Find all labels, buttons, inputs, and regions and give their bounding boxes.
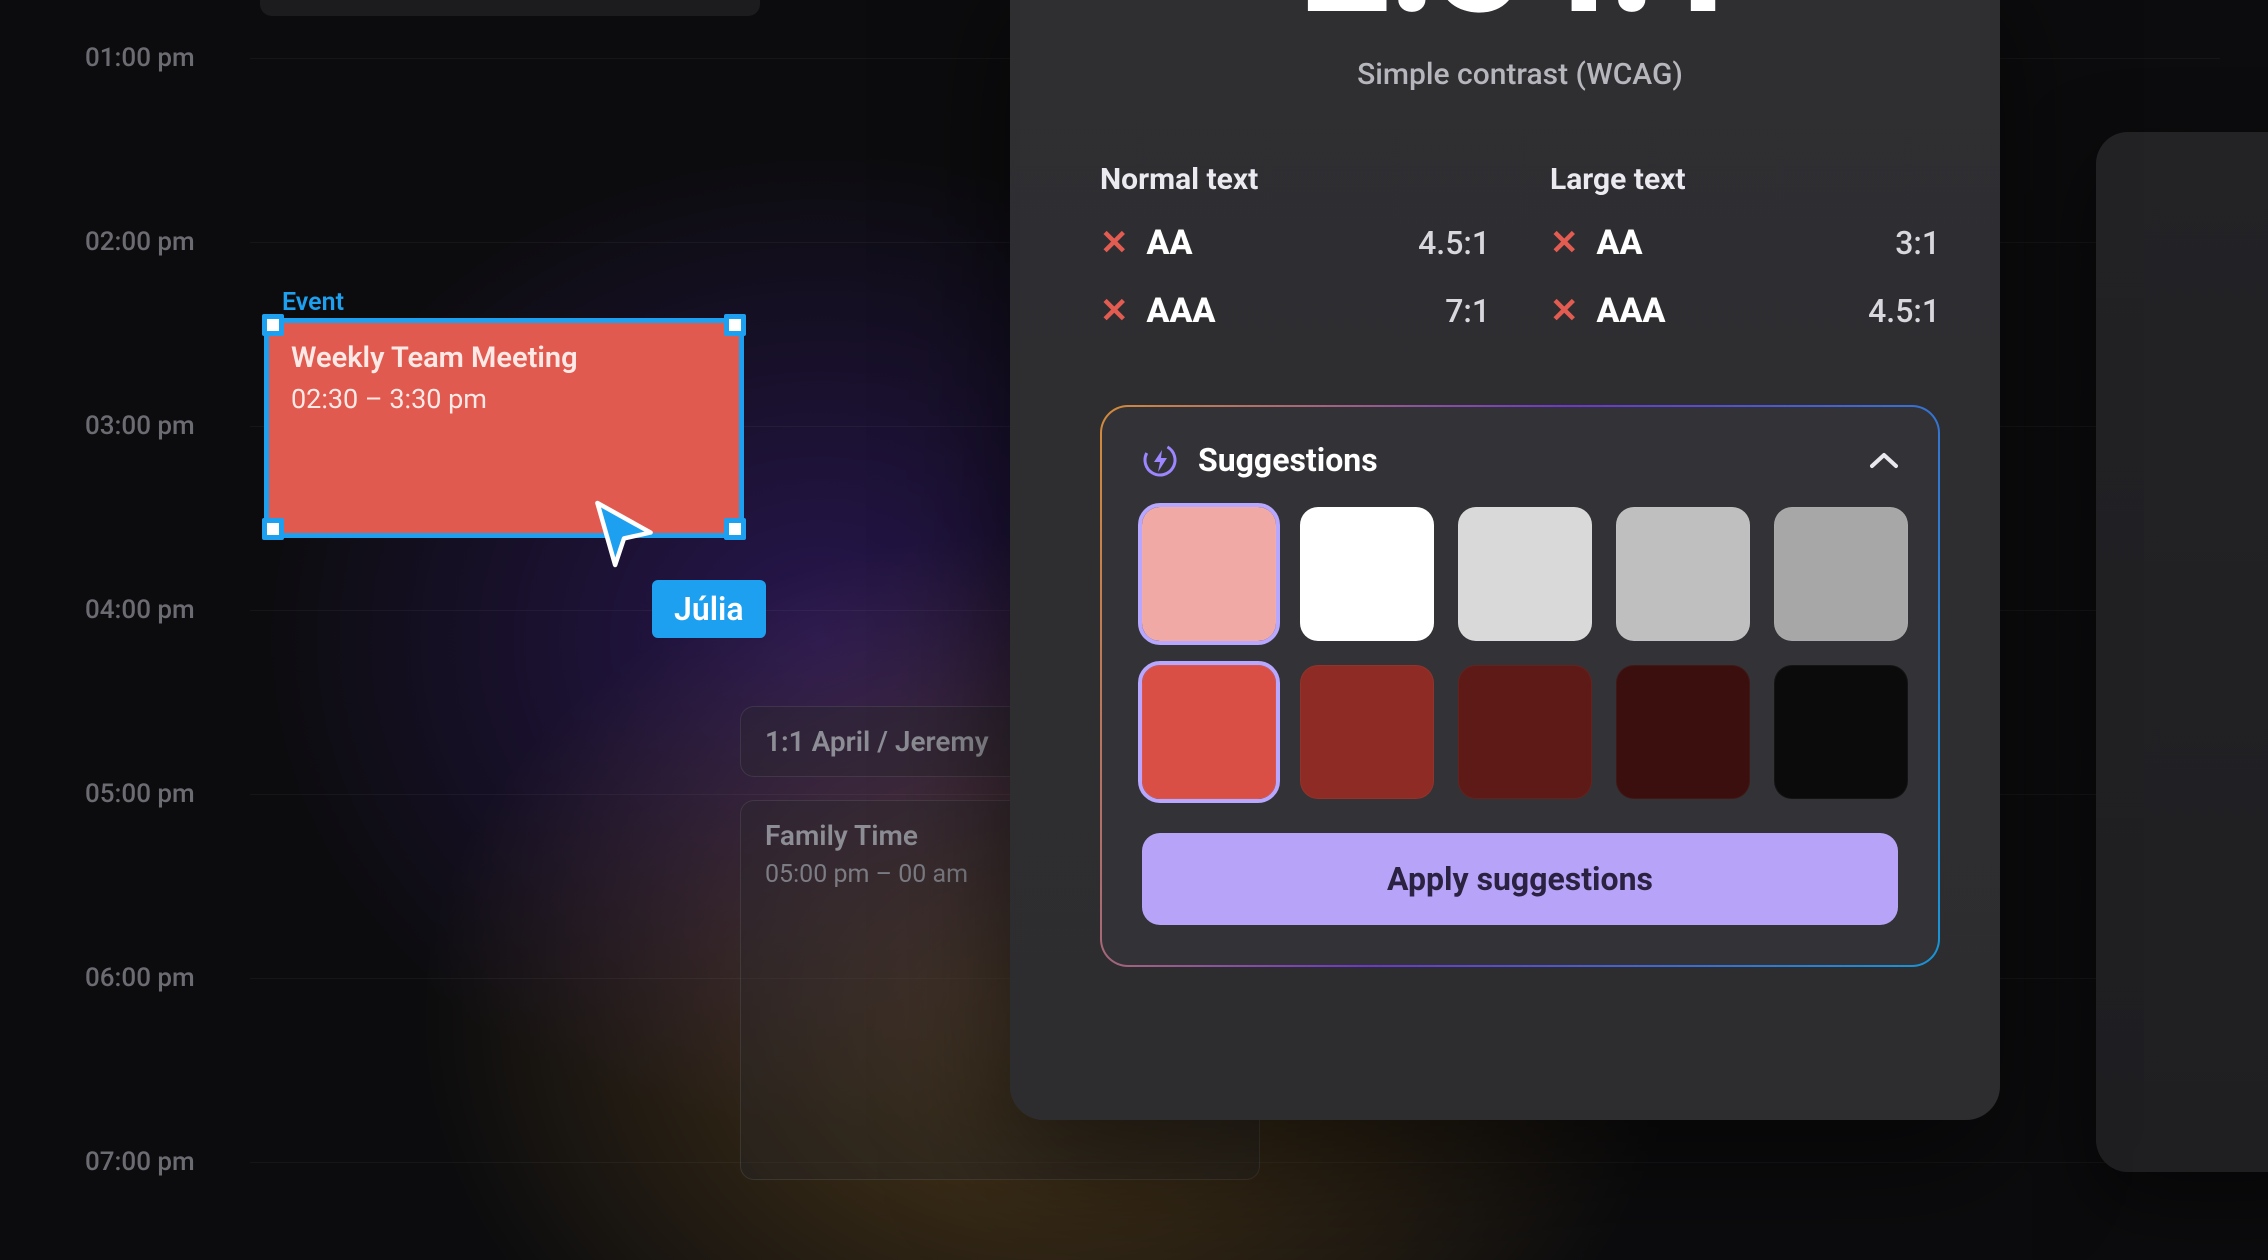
time-axis: 01:00 pm 02:00 pm 03:00 pm 04:00 pm 05:00 pm…: [0, 0, 250, 1260]
collab-cursor-icon: [594, 500, 654, 568]
calendar: 01:00 pm 02:00 pm 03:00 pm 04:00 pm 05:00 pm…: [0, 0, 1020, 1260]
chevron-up-icon[interactable]: [1870, 444, 1898, 477]
resize-handle-tl[interactable]: [262, 314, 284, 336]
hour-label: 03:00 pm: [85, 411, 195, 441]
fail-icon: ✕: [1550, 226, 1579, 260]
swatch-grid: [1142, 507, 1898, 799]
fail-icon: ✕: [1100, 294, 1129, 328]
secondary-panel-peek: [2096, 132, 2268, 1172]
wcag-required-ratio: 4.5:1: [1868, 292, 1940, 330]
wcag-check-row: ✕ AA 3:1: [1550, 223, 1940, 263]
hour-label: 05:00 pm: [85, 779, 195, 809]
wcag-level: AA: [1597, 223, 1643, 263]
color-swatch[interactable]: [1142, 507, 1276, 641]
wcag-check-row: ✕ AAA 7:1: [1100, 291, 1490, 331]
calendar-event-ghost[interactable]: 08:00 – 9:30 am: [260, 0, 760, 16]
bolt-icon: [1142, 442, 1178, 478]
color-swatch[interactable]: [1300, 665, 1434, 799]
event-card[interactable]: Weekly Team Meeting 02:30 – 3:30 pm: [264, 318, 744, 538]
contrast-ratio: 2.54:1: [1100, 0, 1940, 51]
hour-label: 02:00 pm: [85, 227, 195, 257]
color-swatch[interactable]: [1774, 665, 1908, 799]
wcag-required-ratio: 4.5:1: [1418, 224, 1490, 262]
event-time: 02:30 – 3:30 pm: [291, 383, 717, 415]
wcag-required-ratio: 3:1: [1895, 224, 1940, 262]
color-swatch[interactable]: [1142, 665, 1276, 799]
app-stage: 01:00 pm 02:00 pm 03:00 pm 04:00 pm 05:00 pm…: [0, 0, 2268, 1260]
hour-label: 06:00 pm: [85, 963, 195, 993]
wcag-column: Large text ✕ AA 3:1 ✕ AAA 4.5:1: [1550, 162, 1940, 359]
wcag-required-ratio: 7:1: [1445, 292, 1490, 330]
apply-suggestions-button[interactable]: Apply suggestions: [1142, 833, 1898, 925]
hour-label: 01:00 pm: [85, 43, 195, 73]
color-swatch[interactable]: [1300, 507, 1434, 641]
contrast-subtitle: Simple contrast (WCAG): [1100, 57, 1940, 92]
wcag-check-row: ✕ AAA 4.5:1: [1550, 291, 1940, 331]
wcag-level: AAA: [1147, 291, 1216, 331]
color-swatch[interactable]: [1616, 665, 1750, 799]
resize-handle-bl[interactable]: [262, 518, 284, 540]
suggestions-panel: Suggestions Apply suggestions: [1100, 405, 1940, 967]
hour-label: 04:00 pm: [85, 595, 195, 625]
fail-icon: ✕: [1550, 294, 1579, 328]
fail-icon: ✕: [1100, 226, 1129, 260]
wcag-check-row: ✕ AA 4.5:1: [1100, 223, 1490, 263]
wcag-level: AAA: [1597, 291, 1666, 331]
wcag-column-head: Large text: [1550, 162, 1940, 197]
color-swatch[interactable]: [1774, 507, 1908, 641]
color-swatch[interactable]: [1458, 507, 1592, 641]
contrast-panel: 2.54:1 Simple contrast (WCAG) Normal tex…: [1010, 0, 2000, 1120]
swatch-row: [1142, 665, 1898, 799]
collab-user-tag: Júlia: [652, 580, 766, 638]
color-swatch[interactable]: [1458, 665, 1592, 799]
wcag-grid: Normal text ✕ AA 4.5:1 ✕ AAA 7:1 Large text ✕ AA 3…: [1100, 162, 1940, 359]
wcag-level: AA: [1147, 223, 1193, 263]
event-title: Weekly Team Meeting: [291, 341, 717, 375]
selection-badge: Event: [282, 288, 344, 317]
wcag-column: Normal text ✕ AA 4.5:1 ✕ AAA 7:1: [1100, 162, 1490, 359]
selected-event[interactable]: Event Weekly Team Meeting 02:30 – 3:30 p…: [256, 302, 752, 546]
resize-handle-tr[interactable]: [724, 314, 746, 336]
color-swatch[interactable]: [1616, 507, 1750, 641]
resize-handle-br[interactable]: [724, 518, 746, 540]
wcag-column-head: Normal text: [1100, 162, 1490, 197]
swatch-row: [1142, 507, 1898, 641]
suggestions-title: Suggestions: [1198, 441, 1378, 479]
hour-label: 07:00 pm: [85, 1147, 195, 1177]
